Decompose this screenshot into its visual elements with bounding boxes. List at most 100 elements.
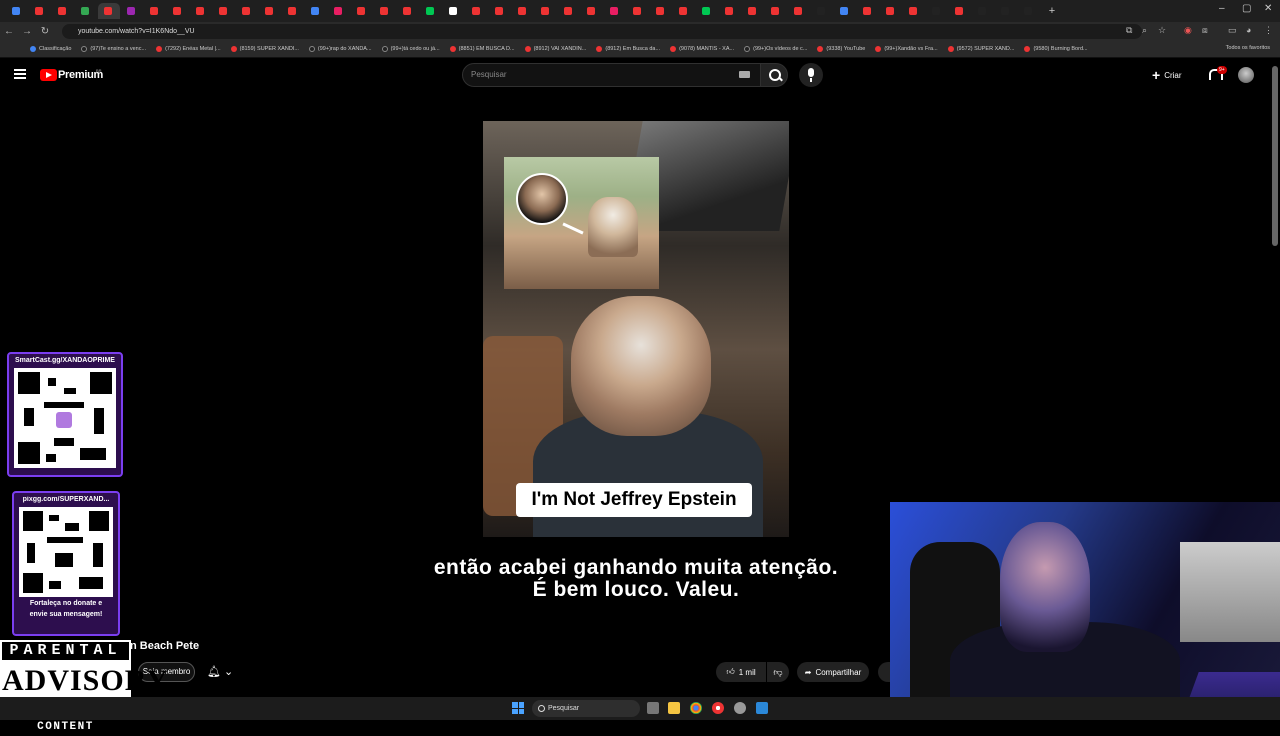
create-button[interactable]: + Criar [1152, 65, 1182, 85]
browser-tab[interactable] [75, 3, 97, 19]
video-player[interactable]: I'm Not Jeffrey Epstein [483, 121, 789, 537]
bookmark-item[interactable]: (7292) Enéas Metal |... [156, 46, 221, 52]
browser-tab[interactable] [765, 3, 787, 19]
browser-tab[interactable] [466, 3, 488, 19]
zoom-icon[interactable]: ⌕ [1142, 25, 1147, 36]
browser-tab[interactable] [742, 3, 764, 19]
browser-tab[interactable] [650, 3, 672, 19]
browser-tab[interactable] [443, 3, 465, 19]
scroll-thumb[interactable] [1272, 66, 1278, 246]
settings-gear-icon[interactable] [734, 702, 746, 714]
forward-icon[interactable]: → [18, 26, 36, 37]
chrome-icon[interactable] [690, 702, 702, 714]
browser-tab[interactable] [857, 3, 879, 19]
browser-tab[interactable] [512, 3, 534, 19]
bookmark-item[interactable]: (9338) YouTube [817, 46, 865, 52]
browser-tab[interactable] [903, 3, 925, 19]
bookmark-item[interactable]: (9572) SUPER XAND... [947, 46, 1014, 52]
bookmark-item[interactable]: (8912) Em Busca da... [596, 46, 660, 52]
back-icon[interactable]: ← [0, 26, 18, 37]
youtube-logo-icon[interactable] [40, 69, 57, 81]
bookmark-item[interactable]: (99+)Os vídeos de c... [744, 46, 807, 52]
profile-icon[interactable]: ◕ [1246, 25, 1251, 35]
app-icon[interactable] [756, 702, 768, 714]
browser-tab[interactable] [949, 3, 971, 19]
browser-tab[interactable] [604, 3, 626, 19]
windows-start-icon[interactable] [512, 702, 524, 714]
browser-tab[interactable] [581, 3, 603, 19]
browser-tab[interactable] [972, 3, 994, 19]
browser-tab[interactable] [167, 3, 189, 19]
browser-tab[interactable] [351, 3, 373, 19]
account-avatar[interactable] [1238, 67, 1254, 83]
browser-tab[interactable] [627, 3, 649, 19]
search-button[interactable] [760, 63, 788, 87]
keyboard-icon[interactable] [739, 71, 750, 78]
browser-tab[interactable] [397, 3, 419, 19]
browser-tab[interactable] [719, 3, 741, 19]
bookmark-item[interactable]: (9078) MANTIS - XA... [670, 46, 734, 52]
browser-tab[interactable] [696, 3, 718, 19]
browser-tab[interactable] [673, 3, 695, 19]
browser-tab[interactable] [995, 3, 1017, 19]
browser-tab[interactable] [880, 3, 902, 19]
browser-tab[interactable] [788, 3, 810, 19]
taskbar-search[interactable]: Pesquisar [532, 700, 640, 717]
search-input[interactable]: Pesquisar [462, 63, 762, 87]
browser-tab-active[interactable] [98, 3, 120, 19]
like-button[interactable]: 👍︎ 1 mil [716, 662, 766, 682]
browser-tab[interactable] [236, 3, 258, 19]
browser-tab[interactable] [328, 3, 350, 19]
browser-tab[interactable] [420, 3, 442, 19]
browser-tab[interactable] [305, 3, 327, 19]
bookmark-item[interactable]: (9580) Burning Bord... [1024, 46, 1088, 52]
browser-tab[interactable] [121, 3, 143, 19]
browser-tab[interactable] [834, 3, 856, 19]
address-bar[interactable]: youtube.com/watch?v=I1K6Ndo__VU [62, 24, 1142, 39]
bookmark-item[interactable]: (8159) SUPER XANDI... [230, 46, 299, 52]
browser-tab[interactable] [52, 3, 74, 19]
browser-tab[interactable] [1018, 3, 1040, 19]
browser-tab[interactable] [213, 3, 235, 19]
browser-tab[interactable] [811, 3, 833, 19]
dislike-button[interactable]: 👎︎ [767, 662, 789, 682]
browser-tab[interactable] [489, 3, 511, 19]
bookmark-star-icon[interactable]: ☆ [1158, 25, 1166, 36]
bookmark-item[interactable]: Classificação [30, 46, 71, 52]
browser-tab[interactable] [926, 3, 948, 19]
browser-tab[interactable] [558, 3, 580, 19]
file-explorer-icon[interactable] [668, 702, 680, 714]
browser-menu-icon[interactable]: ⋮ [1264, 25, 1273, 36]
extension-icon[interactable]: ◉ [1184, 25, 1192, 36]
browser-tab[interactable] [190, 3, 212, 19]
browser-tab[interactable] [144, 3, 166, 19]
task-view-icon[interactable] [647, 702, 659, 714]
sidebar-icon[interactable]: ▭ [1228, 25, 1237, 36]
subscribe-bell-icon[interactable]: 🔔︎ ⌄ [207, 665, 233, 678]
browser-tab[interactable] [6, 3, 28, 19]
bookmark-item[interactable]: (99+)Xandão vs Fra... [875, 46, 938, 52]
inset-portrait [516, 173, 568, 225]
close-window-icon[interactable]: ✕ [1264, 3, 1272, 14]
bookmark-item[interactable]: (8912) VAI XANDIN... [524, 46, 586, 52]
minimize-icon[interactable]: – [1219, 3, 1225, 14]
browser-tab[interactable] [535, 3, 557, 19]
share-button[interactable]: ➦ Compartilhar [797, 662, 869, 682]
bookmark-item[interactable]: (99+)tá cedo ou já... [381, 46, 440, 52]
microphone-icon[interactable] [799, 63, 823, 87]
extensions-puzzle-icon[interactable]: ⧈ [1202, 25, 1208, 36]
maximize-icon[interactable]: ▢ [1242, 3, 1251, 14]
bookmark-item[interactable]: (97)Te ensino a venc... [81, 46, 146, 52]
all-bookmarks[interactable]: Todos os favoritos [1226, 45, 1270, 51]
browser-tab[interactable] [259, 3, 281, 19]
browser-tab[interactable] [374, 3, 396, 19]
bookmark-item[interactable]: (8851) EM BUSCA D... [449, 46, 515, 52]
install-icon[interactable]: ⧉ [1126, 25, 1132, 36]
reload-icon[interactable]: ↻ [36, 26, 54, 37]
browser-tab[interactable] [282, 3, 304, 19]
obs-icon[interactable] [712, 702, 724, 714]
bookmark-item[interactable]: (99+)rap do XANDA... [308, 46, 372, 52]
browser-tab[interactable] [29, 3, 51, 19]
new-tab-button[interactable]: + [1041, 3, 1063, 19]
hamburger-menu-icon[interactable] [14, 69, 26, 79]
